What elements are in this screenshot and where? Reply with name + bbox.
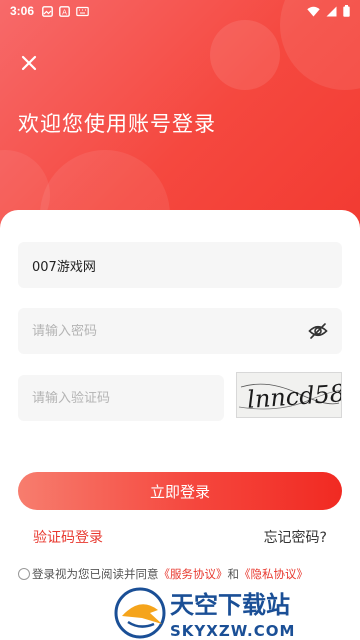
captcha-text: lnncd58: [246, 379, 341, 414]
captcha-input[interactable]: [32, 390, 210, 406]
signal-icon: [326, 6, 337, 16]
captcha-image[interactable]: lnncd58: [236, 372, 346, 418]
forgot-password-link[interactable]: 忘记密码?: [264, 527, 327, 547]
close-icon: [21, 55, 37, 71]
agree-checkbox[interactable]: [18, 568, 30, 580]
keyboard-notification-icon: [76, 6, 89, 16]
status-bar: 3:06 A: [0, 0, 360, 22]
account-input[interactable]: [32, 257, 328, 273]
close-button[interactable]: [18, 52, 40, 74]
password-field[interactable]: [18, 308, 342, 354]
watermark-graphic: 天空下载站 SKYXZW.COM: [114, 587, 295, 640]
captcha-graphic: lnncd58: [238, 379, 346, 414]
header-background: 3:06 A 欢迎您使用账号登录: [0, 0, 360, 240]
battery-icon: [343, 5, 350, 17]
notification-icons: A: [42, 5, 89, 17]
system-icons: [307, 5, 350, 17]
hide-password-icon[interactable]: [308, 322, 328, 340]
svg-text:A: A: [62, 8, 67, 16]
watermark: 天空下载站 SKYXZW.COM: [112, 580, 360, 640]
page-title: 欢迎您使用账号登录: [18, 112, 216, 136]
image-notification-icon: [42, 5, 53, 17]
watermark-brand: 天空下载站: [170, 591, 290, 619]
account-field[interactable]: [18, 242, 342, 288]
captcha-field[interactable]: [18, 375, 224, 421]
wifi-icon: [307, 6, 320, 16]
status-time: 3:06: [10, 4, 35, 18]
sms-login-link[interactable]: 验证码登录: [33, 527, 103, 547]
watermark-domain: SKYXZW.COM: [170, 622, 295, 640]
app-notification-icon: A: [59, 5, 70, 17]
login-button[interactable]: 立即登录: [18, 472, 342, 510]
password-input[interactable]: [32, 323, 328, 339]
decor-circle: [210, 20, 280, 90]
